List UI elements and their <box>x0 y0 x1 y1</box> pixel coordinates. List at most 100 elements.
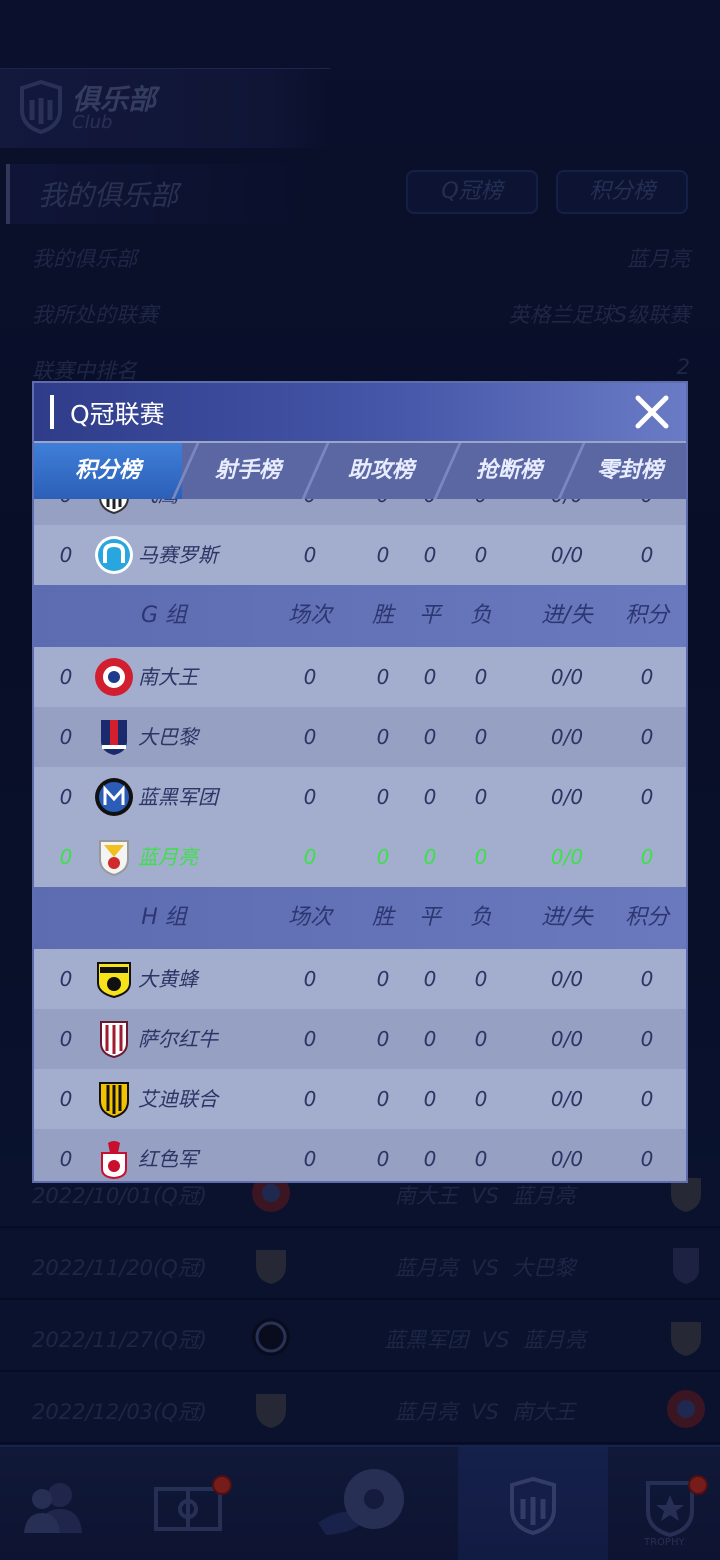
club-badge-icon <box>95 536 133 574</box>
tab-bar: 积分榜 射手榜 助攻榜 抢断榜 零封榜 <box>34 443 686 499</box>
goals-cell: 0/0 <box>550 665 584 689</box>
column-played: 场次 <box>287 905 332 930</box>
loss-cell: 0 <box>474 1087 488 1111</box>
column-win: 胜 <box>371 905 394 930</box>
points-cell: 0 <box>640 1027 654 1051</box>
played-cell: 0 <box>303 1027 317 1051</box>
tab-clean-sheets[interactable]: 零封榜 <box>574 443 686 499</box>
loss-cell: 0 <box>474 967 488 991</box>
rank-cell: 0 <box>59 845 73 869</box>
points-cell: 0 <box>640 967 654 991</box>
rank-cell: 0 <box>59 1087 73 1111</box>
modal-title: Q冠联赛 <box>70 400 165 429</box>
points-cell: 0 <box>640 665 654 689</box>
team-name: 蓝黑军团 <box>138 785 218 809</box>
points-cell: 0 <box>640 1147 654 1171</box>
rank-cell: 0 <box>59 725 73 749</box>
column-goals: 进/失 <box>541 603 593 628</box>
column-points: 积分 <box>624 603 669 628</box>
points-cell: 0 <box>640 543 654 567</box>
goals-cell: 0/0 <box>530 499 604 525</box>
team-name: 大黄蜂 <box>138 967 198 991</box>
table-row: 0 红色军 0 0 0 0 0/0 0 <box>34 1129 686 1181</box>
rank-cell: 0 <box>59 967 73 991</box>
table-row: 0 飞鹰 0 0 0 0 0/0 0 <box>34 499 686 525</box>
club-badge-icon <box>101 720 127 755</box>
loss-cell: 0 <box>474 665 488 689</box>
goals-cell: 0/0 <box>550 1147 584 1171</box>
points-cell: 0 <box>640 785 654 809</box>
goals-cell: 0/0 <box>550 785 584 809</box>
goals-cell: 0/0 <box>550 1027 584 1051</box>
loss-cell: 0 <box>452 499 510 525</box>
points-cell: 0 <box>640 1087 654 1111</box>
tab-tackles[interactable]: 抢断榜 <box>448 443 570 499</box>
group-header: G 组 场次 胜 平 负 进/失 积分 <box>34 585 686 647</box>
club-badge-icon <box>100 1021 128 1059</box>
tab-scorers[interactable]: 射手榜 <box>184 443 312 499</box>
group-name: H 组 <box>141 905 187 930</box>
table-row: 0 艾迪联合 0 0 0 0 0/0 0 <box>34 1069 686 1129</box>
draw-cell: 0 <box>423 1027 437 1051</box>
club-badge-icon <box>95 778 133 816</box>
loss-cell: 0 <box>474 785 488 809</box>
club-badge-icon <box>97 962 131 999</box>
win-cell: 0 <box>376 543 390 567</box>
played-cell: 0 <box>303 1087 317 1111</box>
table-row: 0 大巴黎 0 0 0 0 0/0 0 <box>34 707 686 767</box>
column-goals: 进/失 <box>541 905 593 930</box>
played-cell: 0 <box>282 499 338 525</box>
close-icon[interactable] <box>632 392 672 432</box>
club-badge-icon <box>99 499 129 515</box>
tab-points[interactable]: 积分榜 <box>34 443 182 499</box>
table-row-highlighted: 0 蓝月亮 0 0 0 0 0/0 0 <box>34 827 686 887</box>
draw-cell: 0 <box>423 785 437 809</box>
win-cell: 0 <box>358 499 408 525</box>
team-name: 马赛罗斯 <box>138 543 218 567</box>
tab-assists[interactable]: 助攻榜 <box>316 443 446 499</box>
team-name: 飞鹰 <box>138 499 268 525</box>
loss-cell: 0 <box>474 1027 488 1051</box>
win-cell: 0 <box>376 665 390 689</box>
rank-cell: 0 <box>59 665 73 689</box>
column-played: 场次 <box>287 603 332 628</box>
club-badge-icon <box>95 658 133 696</box>
draw-cell: 0 <box>423 543 437 567</box>
column-points: 积分 <box>624 905 669 930</box>
team-name: 萨尔红牛 <box>138 1027 218 1051</box>
goals-cell: 0/0 <box>550 543 584 567</box>
table-row: 0 大黄蜂 0 0 0 0 0/0 0 <box>34 949 686 1009</box>
modal-header: Q冠联赛 <box>34 383 686 441</box>
win-cell: 0 <box>376 1087 390 1111</box>
column-draw: 平 <box>418 603 441 628</box>
column-draw: 平 <box>418 905 441 930</box>
rank-cell: 0 <box>44 499 88 525</box>
club-badge-icon <box>99 1082 129 1119</box>
loss-cell: 0 <box>474 725 488 749</box>
draw-cell: 0 <box>423 845 437 869</box>
draw-cell: 0 <box>423 665 437 689</box>
draw-cell: 0 <box>423 1147 437 1171</box>
column-win: 胜 <box>371 603 394 628</box>
loss-cell: 0 <box>474 845 488 869</box>
win-cell: 0 <box>376 967 390 991</box>
goals-cell: 0/0 <box>550 725 584 749</box>
rank-cell: 0 <box>59 1147 73 1171</box>
win-cell: 0 <box>376 1147 390 1171</box>
column-loss: 负 <box>469 905 492 930</box>
win-cell: 0 <box>376 785 390 809</box>
win-cell: 0 <box>376 845 390 869</box>
loss-cell: 0 <box>474 1147 488 1171</box>
league-modal: Q冠联赛 积分榜 射手榜 助攻榜 抢断榜 零封榜 0 飞鹰 0 0 0 0 0/… <box>32 381 688 1183</box>
points-cell: 0 <box>618 499 676 525</box>
group-name: G 组 <box>140 603 188 628</box>
played-cell: 0 <box>303 845 317 869</box>
played-cell: 0 <box>303 543 317 567</box>
standings-table[interactable]: 0 飞鹰 0 0 0 0 0/0 0 0 马赛罗斯 0 0 0 0 0/0 0 … <box>34 499 686 1181</box>
played-cell: 0 <box>303 1147 317 1171</box>
played-cell: 0 <box>303 725 317 749</box>
column-loss: 负 <box>469 603 492 628</box>
rank-cell: 0 <box>59 1027 73 1051</box>
draw-cell: 0 <box>408 499 452 525</box>
group-header: H 组 场次 胜 平 负 进/失 积分 <box>34 887 686 949</box>
